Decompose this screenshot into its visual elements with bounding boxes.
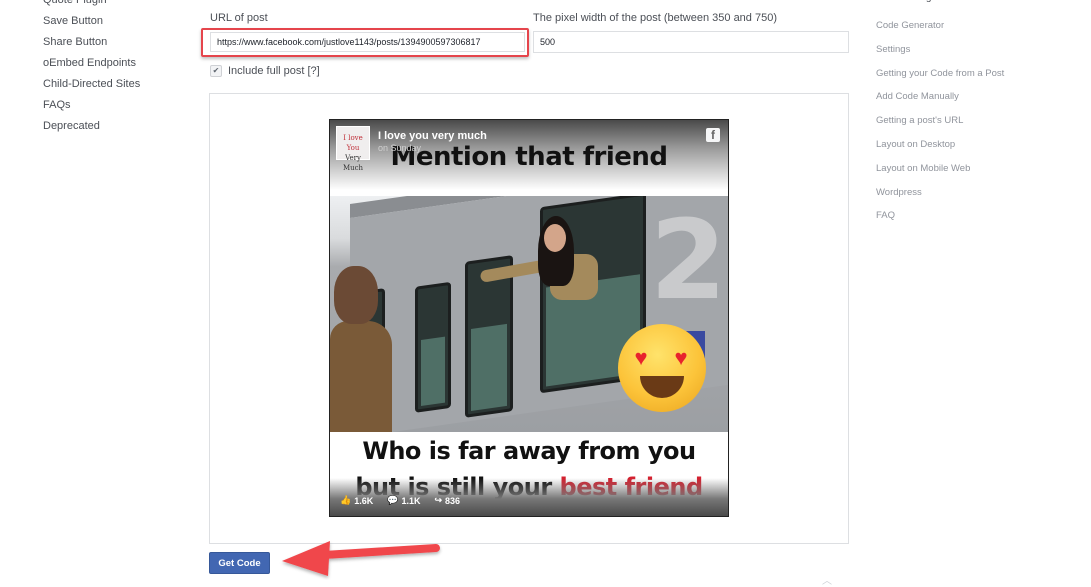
train-car-number: 2 xyxy=(650,196,727,324)
left-nav-item-save-button[interactable]: Save Button xyxy=(43,11,193,32)
left-nav-item-share-button[interactable]: Share Button xyxy=(43,32,193,53)
annotation-arrow-icon xyxy=(282,541,440,576)
shares-count: 836 xyxy=(445,495,461,506)
post-photo: 2 ♥ ♥ xyxy=(330,196,728,432)
likes-count: 1.6K xyxy=(354,495,374,506)
pixel-width-input[interactable] xyxy=(533,31,849,53)
url-of-post-label: URL of post xyxy=(210,12,268,24)
likes-stat[interactable]: 👍 1.6K xyxy=(340,495,373,506)
man-figure xyxy=(330,266,392,432)
include-full-post-help-link[interactable]: [?] xyxy=(308,65,320,77)
page-name-link[interactable]: I love you very much xyxy=(378,130,487,142)
toc-item-layout-mobile-web[interactable]: Layout on Mobile Web xyxy=(876,161,1076,185)
toc-item-code-generator[interactable]: Code Generator xyxy=(876,18,1076,42)
avatar-subtext: Very Much xyxy=(342,154,364,172)
include-full-post-row: ✔ Include full post [?] xyxy=(210,65,320,77)
page-avatar[interactable]: I love You Very Much xyxy=(336,126,370,172)
post-timestamp[interactable]: on Sunday xyxy=(378,143,487,153)
share-icon: ↪ xyxy=(434,495,443,505)
left-nav-item-child-directed-sites[interactable]: Child-Directed Sites xyxy=(43,74,193,95)
facebook-icon[interactable]: f xyxy=(706,128,720,142)
scroll-to-top-icon[interactable]: ︿ xyxy=(822,572,832,587)
url-of-post-input[interactable] xyxy=(210,32,525,52)
left-nav: Quote Plugin Save Button Share Button oE… xyxy=(43,0,193,137)
embedded-post[interactable]: 2 ♥ ♥ Mention that friend Who is far awa… xyxy=(329,119,729,517)
comment-icon: 💬 xyxy=(387,495,399,505)
heart-eyes-emoji: ♥ ♥ xyxy=(618,324,706,412)
post-stats: 👍 1.6K 💬 1.1K ↪ 836 xyxy=(340,495,460,506)
left-nav-item-quote-plugin[interactable]: Quote Plugin xyxy=(43,0,193,11)
left-nav-item-oembed-endpoints[interactable]: oEmbed Endpoints xyxy=(43,53,193,74)
on-this-page-nav: On This Page Code Generator Settings Get… xyxy=(876,0,1076,232)
avatar-text: I love You xyxy=(343,134,363,152)
include-full-post-label: Include full post [?] xyxy=(228,65,320,77)
toc-item-add-code-manually[interactable]: Add Code Manually xyxy=(876,89,1076,113)
toc-item-faq[interactable]: FAQ xyxy=(876,208,1076,232)
heart-icon: ♥ xyxy=(634,345,648,370)
post-header: I love You Very Much I love you very muc… xyxy=(336,126,487,172)
toc-item-layout-desktop[interactable]: Layout on Desktop xyxy=(876,137,1076,161)
comments-stat[interactable]: 💬 1.1K xyxy=(387,495,420,506)
post-caption-bottom-line1: Who is far away from you xyxy=(362,437,696,465)
train-window xyxy=(415,281,451,413)
include-full-post-checkbox[interactable]: ✔ xyxy=(210,65,222,77)
toc-item-getting-post-url[interactable]: Getting a post's URL xyxy=(876,113,1076,137)
left-nav-item-faqs[interactable]: FAQs xyxy=(43,95,193,116)
toc-item-getting-code-from-post[interactable]: Getting your Code from a Post xyxy=(876,66,1076,90)
left-nav-item-deprecated[interactable]: Deprecated xyxy=(43,116,193,137)
like-icon: 👍 xyxy=(340,495,352,505)
toc-item-settings[interactable]: Settings xyxy=(876,42,1076,66)
on-this-page-title: On This Page xyxy=(876,0,1076,6)
get-code-button[interactable]: Get Code xyxy=(209,552,270,574)
toc-item-wordpress[interactable]: Wordpress xyxy=(876,185,1076,209)
woman-figure xyxy=(479,216,600,326)
include-full-post-text: Include full post xyxy=(228,65,305,77)
heart-icon: ♥ xyxy=(674,345,688,370)
pixel-width-label: The pixel width of the post (between 350… xyxy=(533,12,777,24)
comments-count: 1.1K xyxy=(401,495,421,506)
shares-stat[interactable]: ↪ 836 xyxy=(434,495,460,506)
